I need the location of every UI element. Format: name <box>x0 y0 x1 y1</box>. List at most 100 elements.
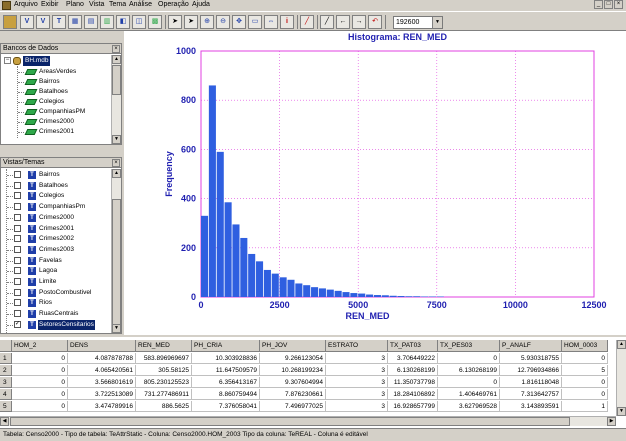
pointer-icon[interactable]: ➤ <box>168 15 182 29</box>
theme-item[interactable]: CompanhiasPm <box>38 202 86 212</box>
maximize-button[interactable]: □ <box>604 0 613 9</box>
theme-checkbox[interactable] <box>14 171 21 178</box>
theme-checkbox[interactable] <box>14 278 21 285</box>
info-icon[interactable]: i <box>280 15 294 29</box>
theme-item[interactable]: Crimes2001 <box>38 224 75 234</box>
scroll-up-icon[interactable]: ▲ <box>617 340 626 349</box>
scroll-up-icon[interactable]: ▲ <box>112 55 121 64</box>
scroll-right-icon[interactable]: ▶ <box>607 417 616 426</box>
table-cell[interactable]: 3 <box>326 389 388 400</box>
menu-analise[interactable]: Análise <box>129 1 152 8</box>
theme-item[interactable]: SetoresCensitarios <box>38 319 95 330</box>
column-header[interactable]: P_ANALF <box>500 340 562 352</box>
table-cell[interactable]: 1.816118048 <box>500 377 562 388</box>
info-pointer-icon[interactable]: ➤ <box>184 15 198 29</box>
database-layer-item[interactable]: Crimes2000 <box>39 117 74 127</box>
row-header[interactable]: 1 <box>0 353 12 364</box>
column-header[interactable]: PH_JOV <box>260 340 326 352</box>
theme-checkbox[interactable] <box>14 256 21 264</box>
theme-checkbox[interactable] <box>14 267 21 275</box>
theme-item[interactable]: Batalhoes <box>38 181 69 191</box>
database-layer-item[interactable]: AreasVerdes <box>39 67 76 77</box>
table-cell[interactable]: 5.930318755 <box>500 353 562 364</box>
table-hscrollbar[interactable]: ◀ ▶ <box>0 416 616 426</box>
scroll-thumb[interactable] <box>112 65 121 95</box>
menu-operacao[interactable]: Operação <box>158 1 189 8</box>
table-cell[interactable]: 1 <box>562 401 608 412</box>
table-cell[interactable]: 886.5625 <box>136 401 192 412</box>
scroll-left-icon[interactable]: ◀ <box>0 417 9 426</box>
table-cell[interactable]: 0 <box>438 353 500 364</box>
views-scrollbar[interactable]: ▲ ▼ <box>111 169 121 333</box>
theme-checkbox[interactable] <box>14 299 21 307</box>
minimize-button[interactable]: _ <box>594 0 603 9</box>
close-icon[interactable]: × <box>112 45 120 53</box>
database-layer-item[interactable]: Colegios <box>39 97 64 107</box>
grid-icon[interactable]: ▤ <box>84 15 98 29</box>
row-header[interactable]: 3 <box>0 377 12 388</box>
menu-vista[interactable]: Vista <box>89 1 104 8</box>
column-header[interactable]: ESTRATO <box>326 340 388 352</box>
table-cell[interactable]: 6.130268199 <box>438 365 500 376</box>
table-cell[interactable]: 6.356413167 <box>192 377 260 388</box>
databases-scrollbar[interactable]: ▲ ▼ <box>111 55 121 144</box>
table-cell[interactable]: 3 <box>326 353 388 364</box>
scroll-thumb[interactable] <box>10 417 570 426</box>
theme-item[interactable]: Lagoa <box>38 266 58 276</box>
table-cell[interactable]: 4.065420561 <box>68 365 136 376</box>
theme-item[interactable]: PostoCombustivel <box>38 288 92 298</box>
table-cell[interactable]: 8.860759494 <box>192 389 260 400</box>
column-header[interactable]: REN_MED <box>136 340 192 352</box>
back-arrow-icon[interactable]: ← <box>336 15 350 29</box>
theme-item[interactable]: Crimes2000 <box>38 213 75 223</box>
table-cell[interactable]: 3.627969528 <box>438 401 500 412</box>
table-icon[interactable]: ▦ <box>68 15 82 29</box>
scroll-down-icon[interactable]: ▼ <box>112 135 121 144</box>
table-cell[interactable]: 583.896969697 <box>136 353 192 364</box>
column-header[interactable]: TX_PAT03 <box>388 340 438 352</box>
table-cell[interactable]: 3.143893591 <box>500 401 562 412</box>
theme-item[interactable]: Rios <box>38 298 53 308</box>
menu-exibir[interactable]: Exibir <box>41 1 59 8</box>
menu-arquivo[interactable]: Arquivo <box>14 1 38 8</box>
draw-line-icon[interactable]: ╱ <box>300 15 314 29</box>
close-icon[interactable]: × <box>112 159 120 167</box>
table-cell[interactable]: 18.284106892 <box>388 389 438 400</box>
table-cell[interactable]: 0 <box>12 353 68 364</box>
table-cell[interactable]: 5 <box>562 365 608 376</box>
chevron-down-icon[interactable]: ▼ <box>432 17 442 28</box>
table-cell[interactable]: 4.087878788 <box>68 353 136 364</box>
table-cell[interactable]: 0 <box>12 389 68 400</box>
theme-item[interactable]: Colegios <box>38 191 65 201</box>
theme-checkbox[interactable] <box>14 203 21 211</box>
table-cell[interactable]: 7.313642757 <box>500 389 562 400</box>
table-cell[interactable]: 0 <box>12 365 68 376</box>
theme-item[interactable]: Favelas <box>38 256 63 266</box>
table-cell[interactable]: 0 <box>562 353 608 364</box>
database-layer-item[interactable]: Bairros <box>39 77 60 87</box>
theme-item[interactable]: Limite <box>38 277 57 287</box>
database-layer-item[interactable]: Crimes2001 <box>39 127 74 137</box>
menu-ajuda[interactable]: Ajuda <box>192 1 210 8</box>
table-cell[interactable]: 7.876230661 <box>260 389 326 400</box>
table-cell[interactable]: 3.566801619 <box>68 377 136 388</box>
table-cell[interactable]: 6.130268199 <box>388 365 438 376</box>
database-icon[interactable] <box>3 15 17 29</box>
theme-checkbox[interactable] <box>14 213 21 221</box>
theme-checkbox[interactable] <box>14 310 21 318</box>
theme-checkbox[interactable]: ✓ <box>14 320 21 328</box>
table-cell[interactable]: 12.796934866 <box>500 365 562 376</box>
column-header[interactable]: PH_CRIA <box>192 340 260 352</box>
table-cell[interactable]: 3 <box>326 365 388 376</box>
scale-combo[interactable]: 192600 ▼ <box>393 16 443 29</box>
menu-tema[interactable]: Tema <box>109 1 126 8</box>
table-cell[interactable]: 16.928657799 <box>388 401 438 412</box>
theme-item[interactable]: Crimes2002 <box>38 234 75 244</box>
layer-icon[interactable]: ◫ <box>132 15 146 29</box>
zoom-in-icon[interactable]: ⊕ <box>200 15 214 29</box>
zoom-out-icon[interactable]: ⊖ <box>216 15 230 29</box>
table-cell[interactable]: 9.307604994 <box>260 377 326 388</box>
view-add-icon[interactable]: V <box>36 15 50 29</box>
table-cell[interactable]: 9.266123054 <box>260 353 326 364</box>
table-cell[interactable]: 10.303928836 <box>192 353 260 364</box>
